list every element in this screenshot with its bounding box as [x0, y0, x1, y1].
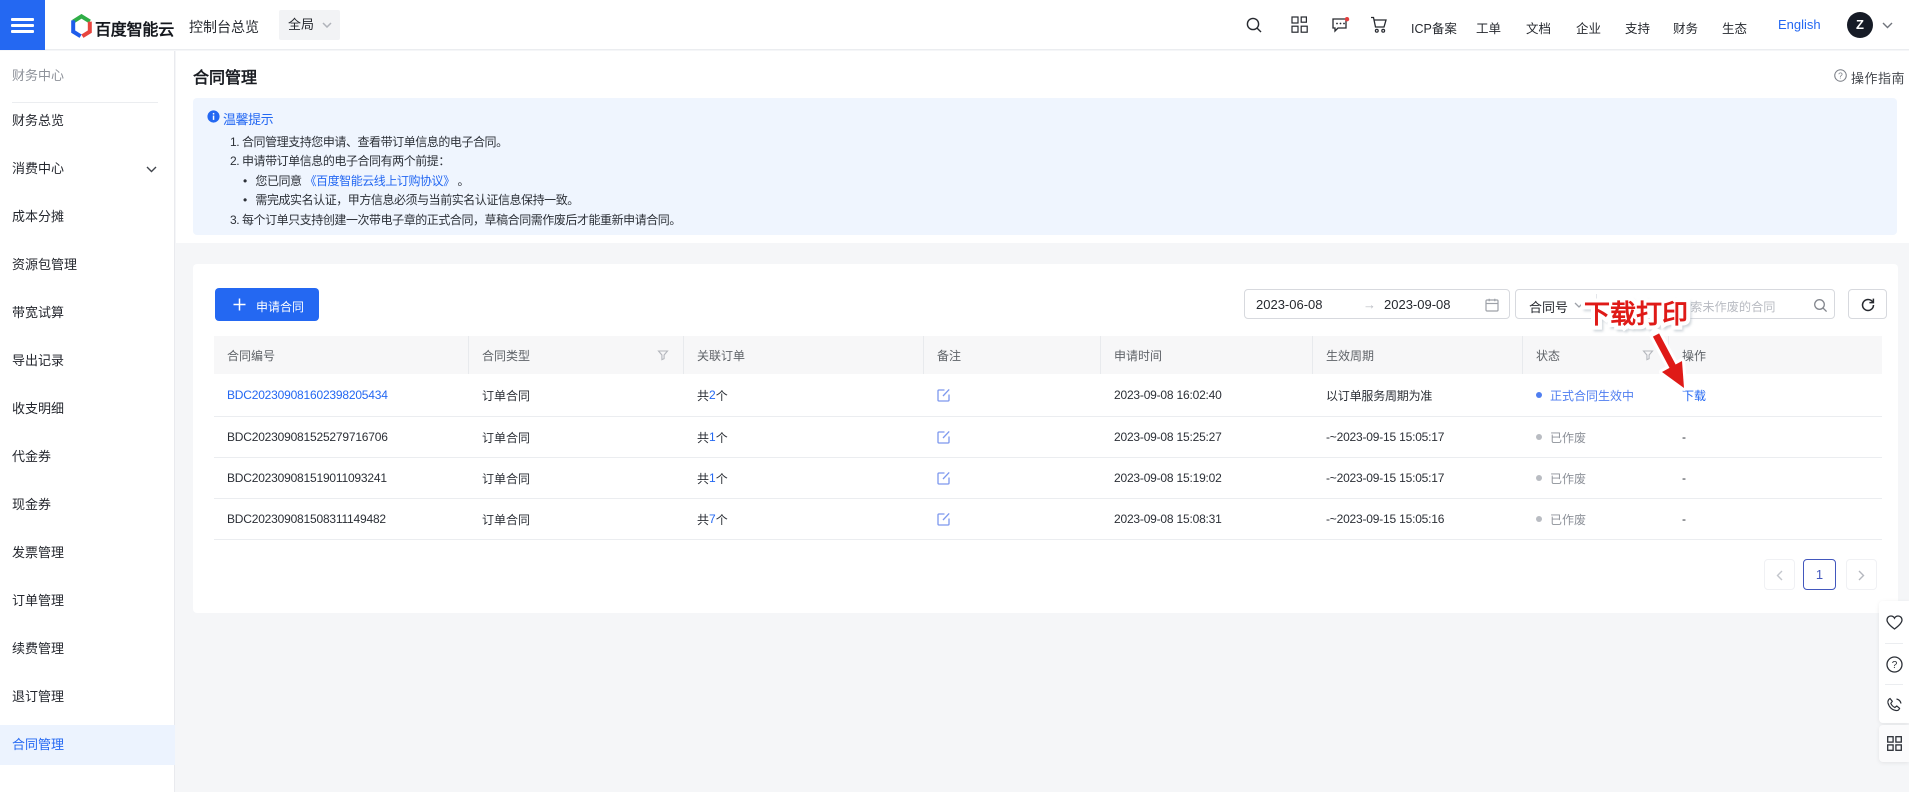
- svg-text:?: ?: [1892, 660, 1898, 671]
- svg-text:?: ?: [1838, 70, 1843, 80]
